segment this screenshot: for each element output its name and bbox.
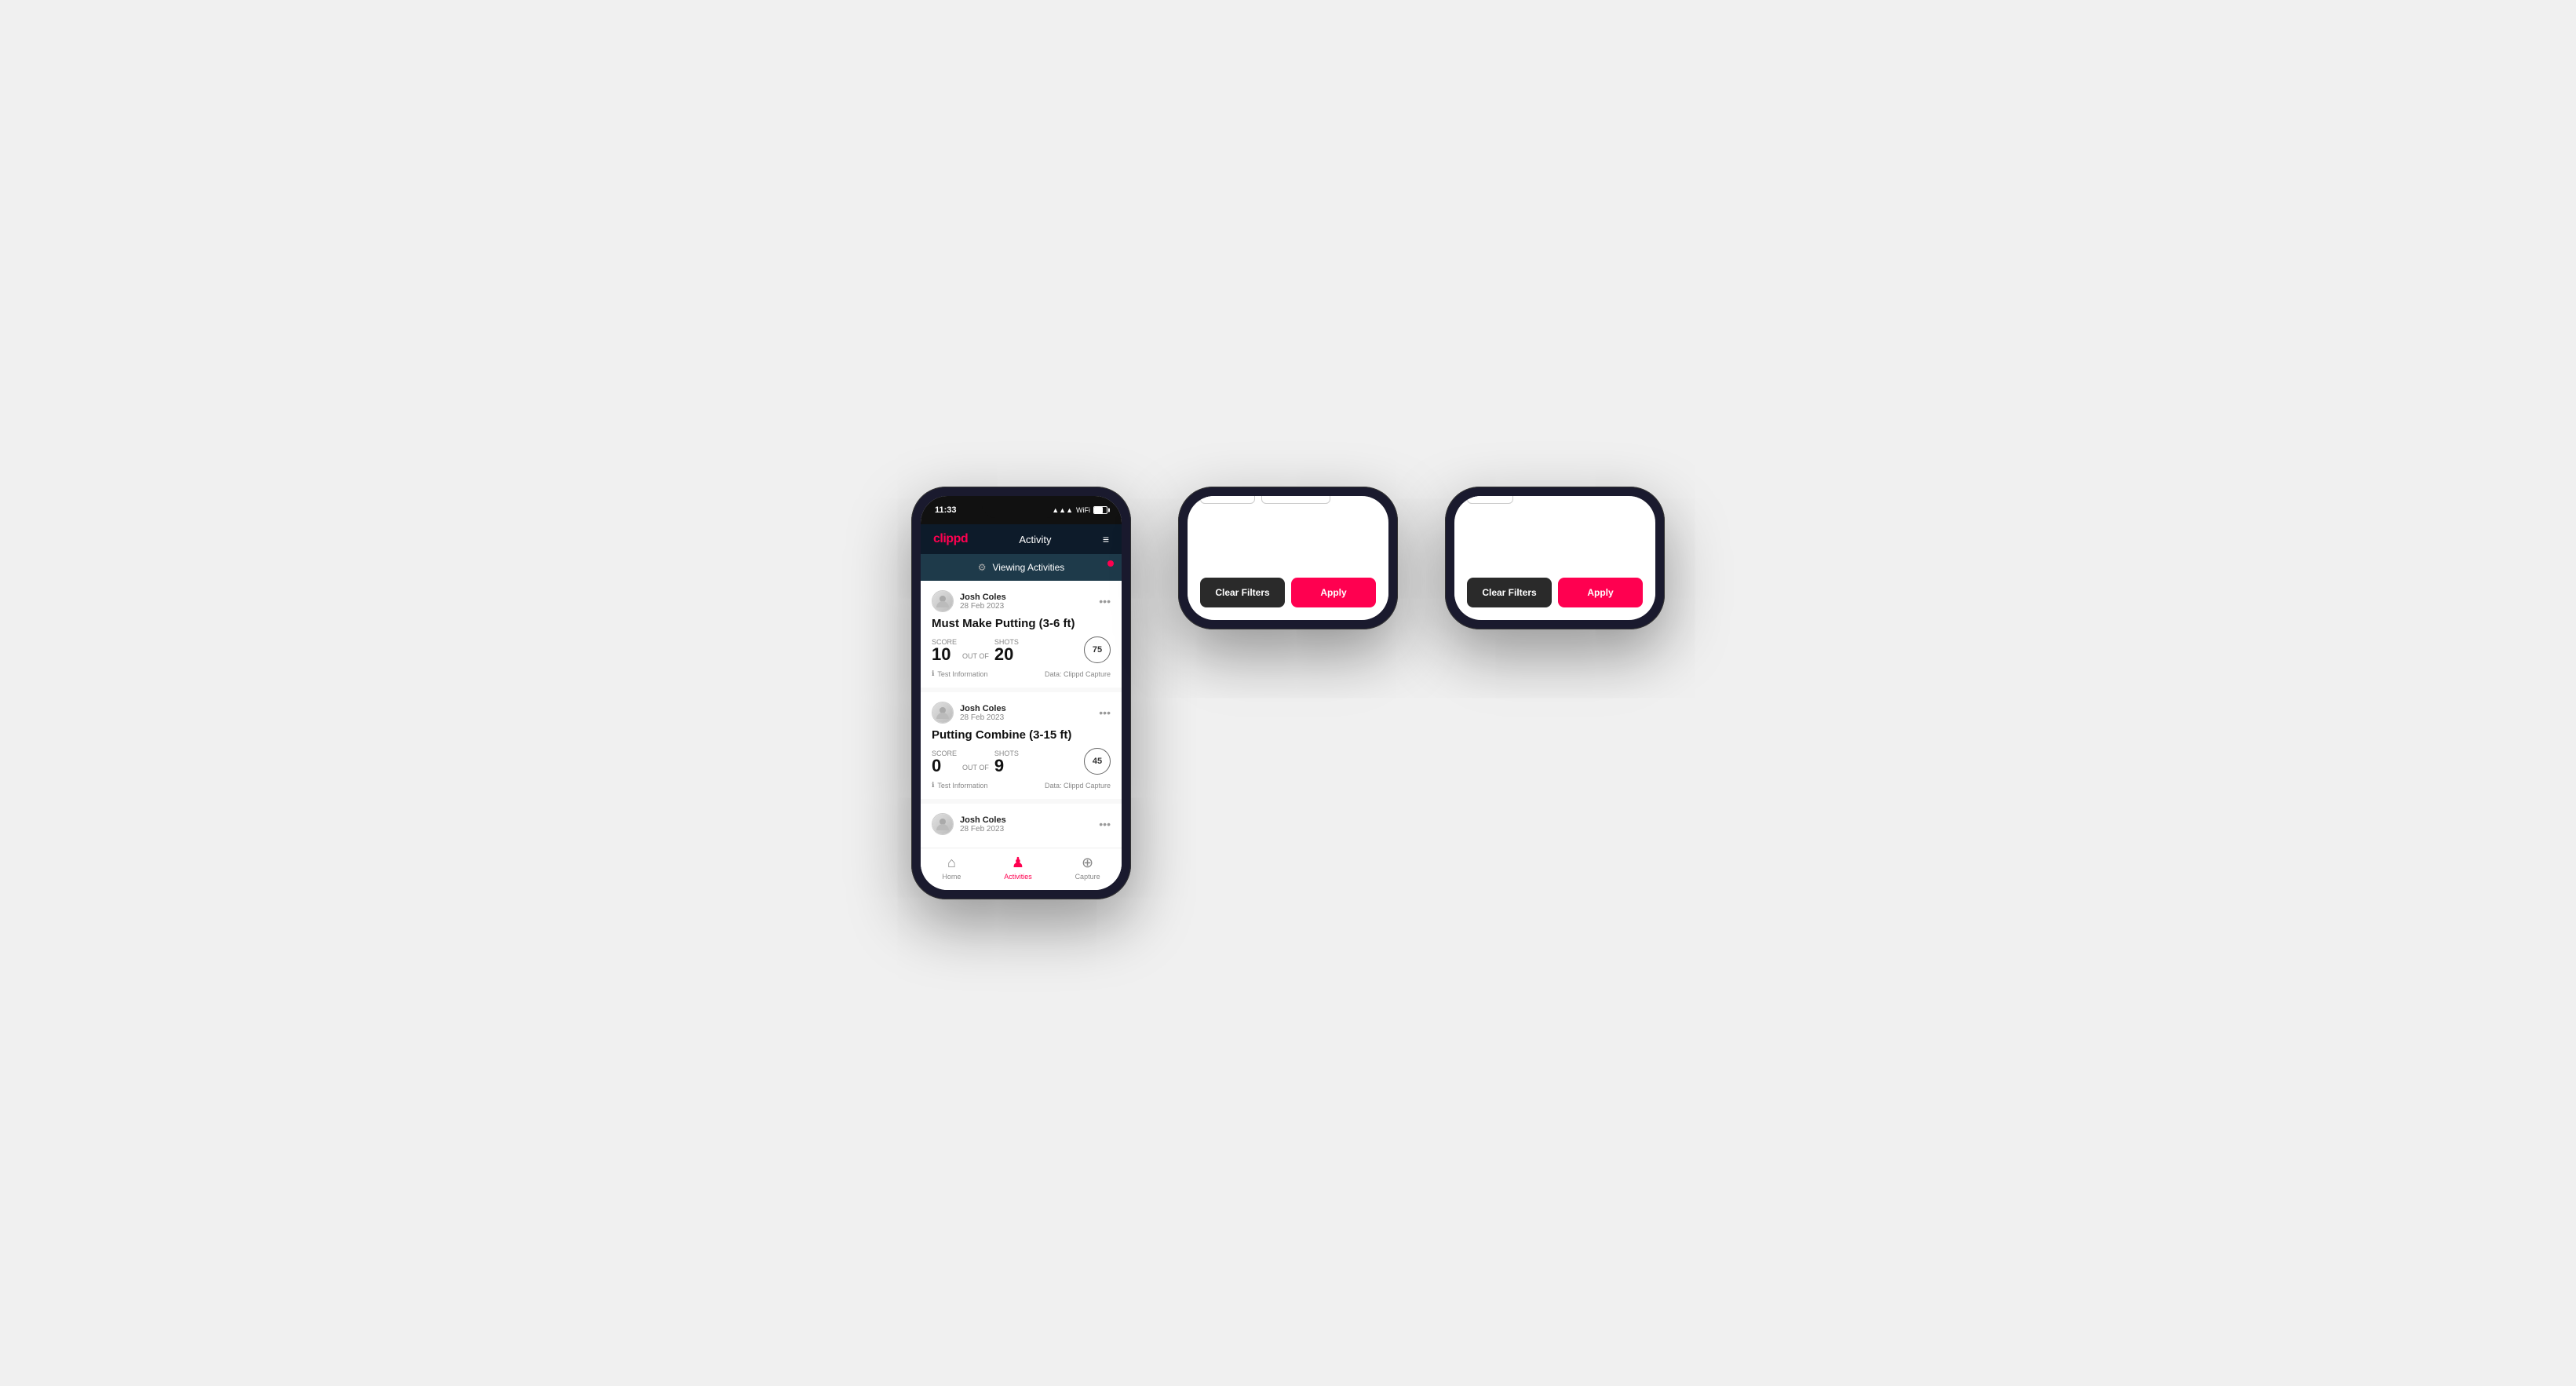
clear-filters-btn-3[interactable]: Clear Filters [1467, 578, 1552, 607]
nav-activities-label-1: Activities [1004, 873, 1032, 881]
test-info-text-2: Test Information [937, 782, 987, 790]
data-source-1: Data: Clippd Capture [1045, 670, 1111, 678]
app-header-1: clippd Activity ≡ [921, 524, 1122, 554]
info-icon-1: ℹ [932, 669, 934, 678]
modal-footer-2: Clear Filters Apply [1200, 578, 1376, 607]
practice-round-btn-2[interactable]: Practice [1200, 496, 1255, 504]
phone-1: 11:33 ▲▲▲ WiFi clippd Activity ≡ ⚙ Viewi… [911, 487, 1131, 899]
bottom-nav-1: ⌂ Home ♟ Activities ⊕ Capture [921, 848, 1122, 890]
notification-dot-1 [1107, 560, 1114, 567]
drill-filter-buttons-3: OTT APP ARG PUTT [1467, 496, 1643, 504]
user-date-3: 28 Feb 2023 [960, 825, 1006, 833]
shot-quality-badge-2: 45 [1084, 748, 1111, 775]
user-date-1: 28 Feb 2023 [960, 602, 1006, 611]
round-filter-buttons-2: Practice Tournament [1200, 496, 1376, 504]
activities-icon: ♟ [1012, 855, 1024, 871]
activity-title-2: Putting Combine (3-15 ft) [932, 728, 1111, 742]
nav-activities-1[interactable]: ♟ Activities [1004, 855, 1032, 881]
header-title-1: Activity [1019, 534, 1051, 545]
status-bar-1: 11:33 ▲▲▲ WiFi [921, 496, 1122, 524]
score-value-2: 0 [932, 757, 957, 775]
shot-quality-badge-1: 75 [1084, 636, 1111, 663]
user-info-2: Josh Coles 28 Feb 2023 [932, 702, 1006, 724]
score-value-1: 10 [932, 646, 957, 663]
filter-modal-2: Filter ✕ Show Rounds Practice Drills Rou… [1188, 496, 1388, 620]
out-of-1: OUT OF [962, 652, 989, 660]
nav-home-1[interactable]: ⌂ Home [942, 855, 961, 881]
viewing-bar-text-1: Viewing Activities [992, 562, 1064, 573]
info-icon-2: ℹ [932, 781, 934, 790]
more-dots-3[interactable]: ••• [1099, 818, 1111, 830]
activity-list-1: Josh Coles 28 Feb 2023 ••• Must Make Put… [921, 581, 1122, 843]
menu-icon-1[interactable]: ≡ [1103, 533, 1109, 545]
viewing-bar-1[interactable]: ⚙ Viewing Activities [921, 554, 1122, 581]
shots-value-2: 9 [994, 757, 1019, 775]
phones-container: 11:33 ▲▲▲ WiFi clippd Activity ≡ ⚙ Viewi… [911, 487, 1665, 899]
battery-icon [1093, 506, 1107, 514]
nav-capture-1[interactable]: ⊕ Capture [1075, 855, 1100, 881]
more-dots-1[interactable]: ••• [1099, 595, 1111, 607]
out-of-2: OUT OF [962, 764, 989, 771]
activity-item-3[interactable]: Josh Coles 28 Feb 2023 ••• [921, 804, 1122, 843]
modal-footer-3: Clear Filters Apply [1467, 578, 1643, 607]
filter-icon-1: ⚙ [978, 562, 987, 573]
activity-item-2[interactable]: Josh Coles 28 Feb 2023 ••• Putting Combi… [921, 692, 1122, 799]
phone-3: 11:33 ▲▲▲ WiFi clippd Activity ≡ ⚙ Viewi… [1445, 487, 1665, 629]
status-icons-1: ▲▲▲ WiFi [1052, 506, 1107, 514]
data-source-2: Data: Clippd Capture [1045, 782, 1111, 790]
wifi-icon: WiFi [1076, 506, 1090, 514]
more-dots-2[interactable]: ••• [1099, 706, 1111, 719]
nav-capture-label-1: Capture [1075, 873, 1100, 881]
avatar-3 [932, 813, 954, 835]
filter-modal-3: Filter ✕ Show Rounds Practice Drills Pra… [1454, 496, 1655, 620]
apply-btn-3[interactable]: Apply [1558, 578, 1643, 607]
phone-2: 11:33 ▲▲▲ WiFi clippd Activity ≡ ⚙ Viewi… [1178, 487, 1398, 629]
activity-title-1: Must Make Putting (3-6 ft) [932, 617, 1111, 630]
user-info-1: Josh Coles 28 Feb 2023 [932, 590, 1006, 612]
user-name-1: Josh Coles [960, 593, 1006, 602]
clear-filters-btn-2[interactable]: Clear Filters [1200, 578, 1285, 607]
shots-value-1: 20 [994, 646, 1019, 663]
signal-icon: ▲▲▲ [1052, 506, 1073, 514]
avatar-1 [932, 590, 954, 612]
activity-item-1[interactable]: Josh Coles 28 Feb 2023 ••• Must Make Put… [921, 581, 1122, 688]
nav-home-label-1: Home [942, 873, 961, 881]
tournament-round-btn-2[interactable]: Tournament [1261, 496, 1330, 504]
capture-icon: ⊕ [1082, 855, 1093, 871]
user-name-3: Josh Coles [960, 815, 1006, 825]
apply-btn-2[interactable]: Apply [1291, 578, 1376, 607]
user-name-2: Josh Coles [960, 704, 1006, 713]
avatar-2 [932, 702, 954, 724]
home-icon: ⌂ [947, 855, 956, 871]
time-1: 11:33 [935, 505, 957, 515]
user-info-3: Josh Coles 28 Feb 2023 [932, 813, 1006, 835]
test-info-text-1: Test Information [937, 670, 987, 678]
putt-btn-3[interactable]: PUTT [1467, 496, 1513, 504]
logo-1: clippd [933, 532, 968, 546]
user-date-2: 28 Feb 2023 [960, 713, 1006, 722]
